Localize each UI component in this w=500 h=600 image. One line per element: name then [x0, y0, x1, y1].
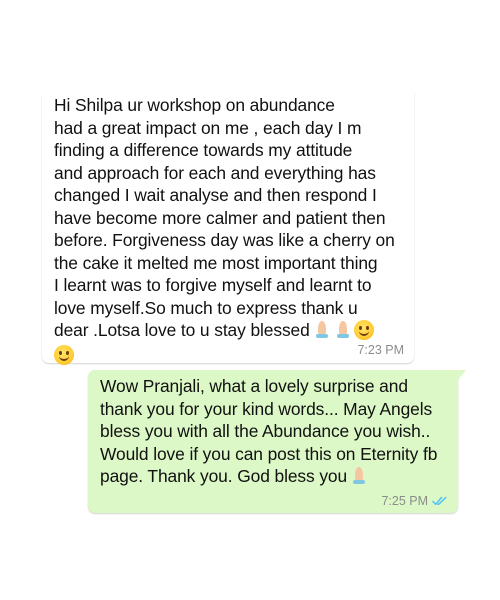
read-receipt-double-tick-icon [432, 496, 448, 506]
outgoing-message-bubble[interactable]: Wow Pranjali, what a lovely surprise and… [88, 370, 466, 513]
incoming-last-line [54, 344, 402, 367]
incoming-message-body: Hi Shilpa ur workshop on abundance had a… [54, 95, 395, 340]
outgoing-message-text: Wow Pranjali, what a lovely surprise and… [100, 375, 446, 488]
outgoing-timestamp: 7:25 PM [381, 494, 428, 508]
outgoing-meta: 7:25 PM [381, 494, 448, 508]
incoming-message-text: Hi Shilpa ur workshop on abundance had a… [54, 94, 402, 366]
folded-hands-icon [334, 320, 352, 340]
incoming-message-bubble[interactable]: Hi Shilpa ur workshop on abundance had a… [34, 87, 414, 366]
smiling-face-icon [54, 344, 74, 365]
outgoing-message-body: Wow Pranjali, what a lovely surprise and… [100, 376, 438, 486]
outgoing-bubble-tail [458, 370, 466, 380]
incoming-bubble-tail [34, 87, 42, 97]
folded-hands-icon [313, 320, 331, 340]
chat-view: Hi Shilpa ur workshop on abundance had a… [0, 0, 500, 600]
folded-hands-icon [350, 466, 368, 486]
smiling-face-icon [353, 320, 374, 340]
incoming-timestamp: 7:23 PM [357, 343, 404, 357]
